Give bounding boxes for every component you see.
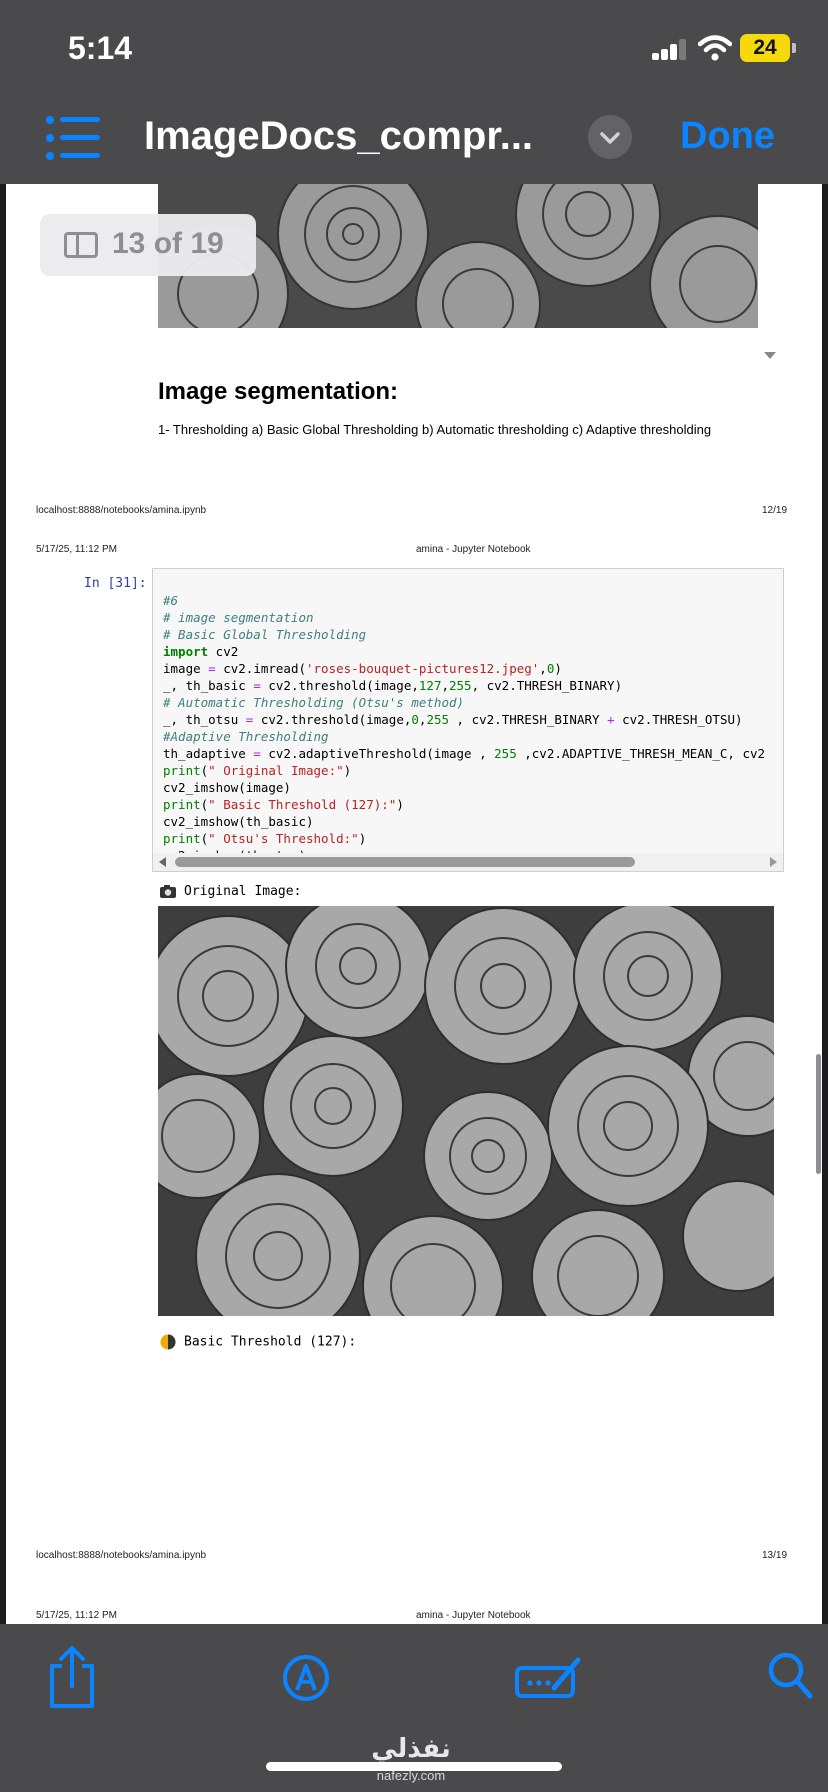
roses-output-image — [158, 906, 774, 1316]
code-operator: + — [607, 712, 615, 727]
output-original-text: Original Image: — [184, 884, 302, 899]
code-function: print — [163, 831, 201, 846]
code-text-part: , — [441, 678, 449, 693]
code-operator: = — [208, 661, 216, 676]
code-text-part: cv2.imread( — [215, 661, 306, 676]
code-text: #6 # image segmentation # Basic Global T… — [163, 575, 765, 864]
code-number: 0 — [411, 712, 419, 727]
page-indicator-text: 13 of 19 — [112, 227, 224, 260]
code-line: # Basic Global Thresholding — [163, 627, 367, 642]
scroll-down-arrow[interactable] — [764, 352, 776, 359]
code-number: 255 — [426, 712, 450, 727]
nav-bar: ImageDocs_compr... Done — [0, 100, 828, 184]
output-label-original: Original Image: — [160, 884, 301, 899]
battery-tip — [792, 43, 796, 53]
vertical-scroll-indicator[interactable] — [816, 1054, 821, 1174]
code-line: #6 — [163, 593, 179, 608]
page-header-title: amina - Jupyter Notebook — [416, 1610, 531, 1621]
code-function: print — [163, 797, 201, 812]
pdf-page-13: 5/17/25, 11:12 PM amina - Jupyter Notebo… — [6, 526, 822, 1624]
code-text-part: ) — [554, 661, 562, 676]
code-number: 127 — [418, 678, 442, 693]
cell-input-prompt: In [31]: — [84, 576, 147, 591]
page-footer-number: 12/19 — [762, 505, 788, 516]
scroll-right-arrow[interactable] — [770, 857, 777, 867]
page-footer-url: localhost:8888/notebooks/amina.ipynb — [36, 1550, 207, 1561]
code-string: " Basic Threshold (127):" — [208, 797, 397, 812]
code-text-part: cv2.threshold(image, — [260, 678, 419, 693]
code-line: cv2_imshow(image) — [163, 780, 291, 795]
code-function: print — [163, 763, 201, 778]
search-icon[interactable] — [766, 1650, 814, 1702]
code-line: # Automatic Thresholding (Otsu's method) — [163, 695, 465, 710]
status-time: 5:14 — [68, 30, 133, 66]
document-title: ImageDocs_compr... — [144, 114, 534, 158]
half-moon-icon — [160, 1334, 176, 1350]
code-string: " Otsu's Threshold:" — [208, 831, 359, 846]
markup-icon[interactable] — [282, 1654, 330, 1702]
code-operator: = — [253, 746, 261, 761]
wifi-icon — [698, 35, 732, 61]
code-text-part: _, th_otsu — [163, 712, 246, 727]
camera-icon — [160, 885, 176, 898]
watermark-url: nafezly.com — [376, 1768, 446, 1783]
list-icon[interactable] — [44, 114, 104, 162]
code-text-part: ) — [396, 797, 404, 812]
sidebar-icon — [64, 232, 98, 258]
scroll-left-arrow[interactable] — [159, 857, 166, 867]
scrollbar-thumb[interactable] — [175, 857, 635, 867]
code-text-part: , cv2.THRESH_BINARY — [449, 712, 608, 727]
code-line: cv2_imshow(th_basic) — [163, 814, 314, 829]
code-operator: = — [253, 678, 261, 693]
code-keyword: import — [163, 644, 209, 659]
done-button[interactable]: Done — [680, 115, 775, 158]
code-text-part: th_adaptive — [163, 746, 254, 761]
code-text-part: ) — [358, 831, 367, 846]
page-header-date: 5/17/25, 11:12 PM — [36, 1610, 117, 1621]
code-text-part: cv2.adaptiveThreshold(image , — [260, 746, 495, 761]
status-bar: 5:14 24 — [0, 0, 828, 100]
code-number: 255 — [494, 746, 517, 761]
signature-icon[interactable] — [514, 1654, 584, 1702]
code-text-part: , cv2.THRESH_BINARY) — [471, 678, 623, 693]
page-indicator: 13 of 19 — [40, 214, 256, 276]
code-text-part: _, th_basic — [163, 678, 254, 693]
output-label-basic: Basic Threshold (127): — [160, 1334, 356, 1350]
code-horizontal-scrollbar[interactable] — [153, 853, 783, 871]
code-text-part: ) — [343, 763, 352, 778]
watermark-logo: نفذلي — [371, 1734, 451, 1764]
battery-icon: 24 — [740, 34, 790, 62]
page-header-title: amina - Jupyter Notebook — [416, 544, 531, 555]
code-string: 'roses-bouquet-pictures12.jpeg' — [306, 661, 540, 676]
code-string: " Original Image:" — [208, 763, 344, 778]
code-text-part: cv2 — [208, 644, 239, 659]
code-line: #Adaptive Thresholding — [163, 729, 329, 744]
document-viewer[interactable]: Image segmentation: 1- Thresholding a) B… — [0, 184, 828, 1624]
section-text: 1- Thresholding a) Basic Global Threshol… — [158, 422, 712, 437]
code-number: 255 — [449, 678, 472, 693]
section-heading: Image segmentation: — [158, 378, 399, 405]
code-text-part: cv2.threshold(image, — [253, 712, 412, 727]
pdf-page-14: 5/17/25, 11:12 PM amina - Jupyter Notebo… — [6, 1594, 822, 1624]
code-line: # image segmentation — [163, 610, 314, 625]
page-footer-url: localhost:8888/notebooks/amina.ipynb — [36, 505, 207, 516]
code-text-part: cv2.THRESH_OTSU) — [614, 712, 743, 727]
code-text-part: image — [163, 661, 209, 676]
code-cell: #6 # image segmentation # Basic Global T… — [152, 568, 784, 872]
output-basic-text: Basic Threshold (127): — [184, 1334, 357, 1350]
chevron-down-icon — [600, 132, 620, 144]
code-text-part: , — [539, 661, 547, 676]
cellular-signal-icon — [652, 38, 686, 60]
title-menu-button[interactable] — [588, 115, 632, 159]
code-text-part: ,cv2.ADAPTIVE_THRESH_MEAN_C, cv2 — [516, 746, 766, 761]
share-icon[interactable] — [44, 1644, 100, 1710]
page-header-date: 5/17/25, 11:12 PM — [36, 544, 117, 555]
page-footer-number: 13/19 — [762, 1550, 788, 1561]
